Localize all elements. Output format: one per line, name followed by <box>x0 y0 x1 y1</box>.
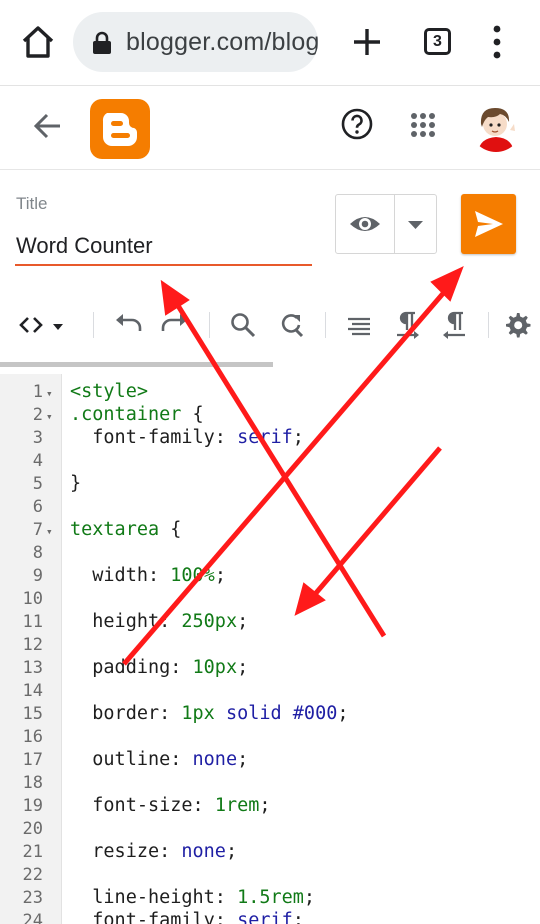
preview-dropdown-icon[interactable] <box>395 195 436 253</box>
line-number: 12 <box>22 635 43 655</box>
code-line: line-height: 1.5rem; <box>70 887 316 908</box>
title-input[interactable]: Word Counter <box>16 233 153 259</box>
code-line: .container { <box>70 404 204 425</box>
back-arrow-icon[interactable] <box>30 108 66 144</box>
preview-eye-icon[interactable] <box>336 195 394 253</box>
html-code-editor[interactable]: 1 ▾ 2 ▾ 3 4 5 6 7 ▾ 8 9 10 11 12 13 14 15 16 17 18 19 20 21 22 23… <box>0 374 540 924</box>
overflow-menu-icon[interactable] <box>486 24 508 60</box>
code-line: font-family: serif; <box>70 910 304 924</box>
line-number: 2 <box>32 405 43 425</box>
line-number: 13 <box>22 658 43 678</box>
apps-grid-icon[interactable] <box>410 112 436 138</box>
line-number: 3 <box>32 428 43 448</box>
code-line: textarea { <box>70 519 182 540</box>
line-number: 15 <box>22 704 43 724</box>
code-view-icon[interactable] <box>18 310 66 340</box>
url-text: blogger.com/blog/post/edit <box>126 28 318 56</box>
blogger-logo[interactable] <box>90 99 150 159</box>
toolbar-separator <box>488 312 489 338</box>
line-number: 14 <box>22 681 43 701</box>
code-line: padding: 10px; <box>70 657 249 678</box>
code-line: outline: none; <box>70 749 249 770</box>
fold-toggle-icon[interactable]: ▾ <box>46 525 53 538</box>
tab-switcher-button[interactable]: 3 <box>424 28 451 55</box>
code-line: width: 100%; <box>70 565 226 586</box>
format-align-icon[interactable] <box>344 310 374 340</box>
line-number: 18 <box>22 773 43 793</box>
title-input-underline <box>15 264 312 266</box>
line-number: 20 <box>22 819 43 839</box>
code-line: } <box>70 473 82 494</box>
ltr-text-direction-icon[interactable] <box>392 310 422 340</box>
line-number: 21 <box>22 842 43 862</box>
line-number: 11 <box>22 612 43 632</box>
fold-toggle-icon[interactable]: ▾ <box>46 387 53 400</box>
publish-send-icon[interactable] <box>461 194 516 254</box>
fold-toggle-icon[interactable]: ▾ <box>46 410 53 423</box>
browser-toolbar: blogger.com/blog/post/edit 3 <box>0 0 540 86</box>
line-number: 9 <box>32 566 43 586</box>
lock-icon <box>91 31 113 55</box>
line-number: 16 <box>22 727 43 747</box>
redo-icon[interactable] <box>160 310 190 340</box>
line-number-gutter: 1 ▾ 2 ▾ 3 4 5 6 7 ▾ 8 9 10 11 12 13 14 15 16 17 18 19 20 21 22 23… <box>0 374 62 924</box>
toolbar-scrollbar[interactable] <box>0 362 273 367</box>
code-line: <style> <box>70 381 148 402</box>
help-icon[interactable] <box>340 107 374 141</box>
code-line: height: 250px; <box>70 611 249 632</box>
editor-toolbar <box>0 290 540 364</box>
toolbar-separator <box>93 312 94 338</box>
code-line: font-family: serif; <box>70 427 304 448</box>
home-icon[interactable] <box>18 22 58 62</box>
find-replace-icon[interactable] <box>276 310 306 340</box>
title-label: Title <box>16 194 48 213</box>
line-number: 5 <box>32 474 43 494</box>
line-number: 23 <box>22 888 43 908</box>
line-number: 4 <box>32 451 43 471</box>
gear-icon[interactable] <box>502 310 532 340</box>
line-number: 8 <box>32 543 43 563</box>
code-line: border: 1px solid #000; <box>70 703 349 724</box>
search-icon[interactable] <box>228 310 258 340</box>
rtl-text-direction-icon[interactable] <box>440 310 470 340</box>
line-number: 1 <box>32 382 43 402</box>
post-title-area: Title Word Counter <box>0 170 540 290</box>
code-line: resize: none; <box>70 841 238 862</box>
toolbar-separator <box>209 312 210 338</box>
line-number: 6 <box>32 497 43 517</box>
line-number: 24 <box>22 911 43 924</box>
app-header <box>0 86 540 170</box>
undo-icon[interactable] <box>113 310 143 340</box>
code-line: font-size: 1rem; <box>70 795 271 816</box>
line-number: 17 <box>22 750 43 770</box>
line-number: 10 <box>22 589 43 609</box>
line-number: 7 <box>32 520 43 540</box>
new-tab-icon[interactable] <box>351 26 383 58</box>
line-number: 19 <box>22 796 43 816</box>
toolbar-separator <box>325 312 326 338</box>
preview-button-group <box>335 194 437 254</box>
line-number: 22 <box>22 865 43 885</box>
address-bar[interactable]: blogger.com/blog/post/edit <box>73 12 318 72</box>
avatar[interactable] <box>470 100 522 152</box>
